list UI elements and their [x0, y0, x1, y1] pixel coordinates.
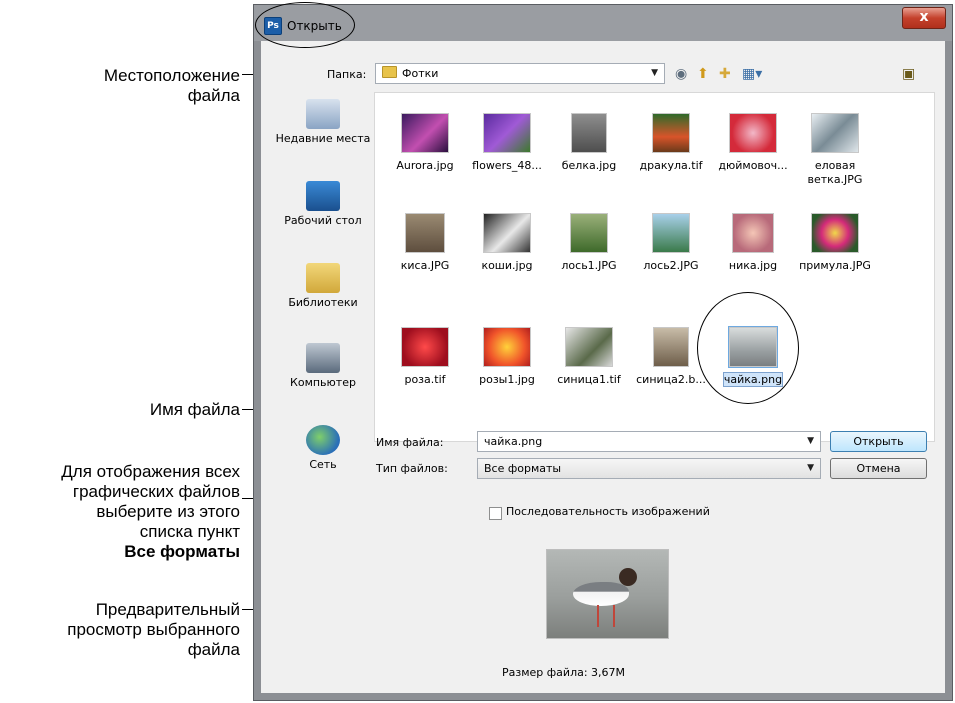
close-button[interactable]: x [902, 7, 946, 29]
up-folder-icon[interactable]: ⬆ [697, 66, 709, 82]
file-item[interactable]: примула.JPG [793, 213, 877, 273]
highlight-circle-title [255, 2, 355, 48]
folder-icon [382, 66, 397, 78]
file-item[interactable]: синица1.tif [547, 327, 631, 387]
libraries-icon [306, 263, 340, 293]
file-thumbnail [729, 113, 777, 153]
filetype-label: Тип файлов: [376, 462, 448, 475]
file-item[interactable]: лось1.JPG [547, 213, 631, 273]
place-desktop[interactable]: Рабочий стол [275, 181, 371, 228]
filename-input-value: чайка.png [484, 435, 543, 448]
chevron-down-icon: ▼ [807, 463, 814, 473]
file-item[interactable]: киса.JPG [383, 213, 467, 273]
file-item[interactable]: Aurora.jpg [383, 113, 467, 173]
file-thumbnail [811, 213, 859, 253]
filename-input[interactable]: чайка.png ▼ [477, 431, 821, 452]
place-computer[interactable]: Компьютер [275, 343, 371, 390]
computer-icon [306, 343, 340, 373]
open-dialog: Ps Открыть x Папка: Фотки ▼ ◉ ⬆ ✚ ▦▾ ▣ Н… [253, 4, 953, 701]
adobe-bridge-icon[interactable]: ▣ [902, 66, 915, 82]
annotation-location: Местоположение файла [103, 66, 240, 105]
annotation-filename: Имя файла [149, 400, 240, 419]
file-thumbnail [652, 213, 690, 253]
file-thumbnail [653, 327, 689, 367]
open-button[interactable]: Открыть [830, 431, 927, 452]
file-thumbnail [405, 213, 445, 253]
file-item[interactable]: роза.tif [383, 327, 467, 387]
gull-legs-shape [597, 605, 615, 627]
file-thumbnail [570, 213, 608, 253]
file-thumbnail [401, 113, 449, 153]
title-bar[interactable]: Ps Открыть x [254, 5, 952, 41]
preview-image [546, 549, 669, 639]
file-thumbnail [811, 113, 859, 153]
file-item[interactable]: еловая ветка.JPG [793, 113, 877, 187]
file-item[interactable]: белка.jpg [547, 113, 631, 173]
file-item[interactable]: дюймовоч... [711, 113, 795, 173]
image-sequence-checkbox[interactable] [489, 507, 502, 520]
file-thumbnail [732, 213, 774, 253]
file-thumbnail [565, 327, 613, 367]
view-menu-icon[interactable]: ▦▾ [742, 66, 762, 82]
file-list[interactable]: Aurora.jpg flowers_48... белка.jpg драку… [374, 92, 935, 442]
place-libraries[interactable]: Библиотеки [275, 263, 371, 310]
file-item[interactable]: коши.jpg [465, 213, 549, 273]
folder-select[interactable]: Фотки ▼ [375, 63, 665, 84]
gull-body-shape [573, 582, 629, 606]
file-thumbnail [652, 113, 690, 153]
folder-select-value: Фотки [402, 67, 439, 80]
file-size-text: Размер файла: 3,67М [502, 666, 626, 679]
cancel-button[interactable]: Отмена [830, 458, 927, 479]
chevron-down-icon: ▼ [651, 68, 658, 78]
file-thumbnail [483, 113, 531, 153]
place-network[interactable]: Сеть [275, 425, 371, 472]
file-thumbnail [483, 213, 531, 253]
image-sequence-label: Последовательность изображений [506, 505, 710, 518]
desktop-icon [306, 181, 340, 211]
annotation-preview: Предварительный просмотр выбранного файл… [67, 600, 240, 659]
file-item[interactable]: flowers_48... [465, 113, 549, 173]
back-icon[interactable]: ◉ [675, 66, 687, 82]
filetype-select[interactable]: Все форматы ▼ [477, 458, 821, 479]
gull-head-shape [619, 568, 637, 586]
chevron-down-icon: ▼ [807, 436, 814, 446]
filetype-select-value: Все форматы [484, 462, 562, 475]
place-recent[interactable]: Недавние места [275, 99, 371, 146]
network-icon [306, 425, 340, 455]
dialog-client-area: Папка: Фотки ▼ ◉ ⬆ ✚ ▦▾ ▣ Недавние места… [261, 41, 945, 693]
new-folder-icon[interactable]: ✚ [719, 66, 731, 82]
file-thumbnail [571, 113, 607, 153]
file-thumbnail [401, 327, 449, 367]
places-bar: Недавние места Рабочий стол Библиотеки К… [275, 95, 371, 515]
annotation-formats: Для отображения всех графических файлов … [61, 462, 240, 561]
recent-places-icon [306, 99, 340, 129]
folder-label: Папка: [327, 68, 367, 81]
file-item[interactable]: розы1.jpg [465, 327, 549, 387]
file-item[interactable]: дракула.tif [629, 113, 713, 173]
file-thumbnail [483, 327, 531, 367]
highlight-circle-selected-file [697, 292, 799, 404]
file-item[interactable]: ника.jpg [711, 213, 795, 273]
file-item[interactable]: лось2.JPG [629, 213, 713, 273]
filename-label: Имя файла: [376, 436, 444, 449]
